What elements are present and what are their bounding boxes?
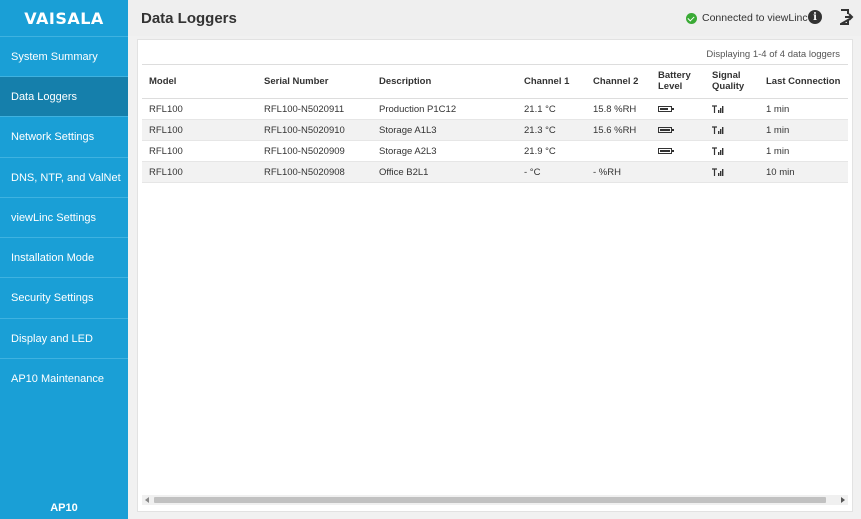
column-header[interactable]: Model <box>142 64 257 99</box>
table-cell: - %RH <box>586 161 651 183</box>
data-loggers-table: Model Serial Number Description Channel 1 Ch… <box>142 64 848 183</box>
battery-icon <box>658 105 674 112</box>
column-header[interactable]: Serial Number <box>257 64 372 99</box>
sidebar-item-label: Network Settings <box>11 130 95 143</box>
table-cell: RFL100 <box>142 98 257 120</box>
info-icon[interactable]: i <box>808 10 822 24</box>
table-cell: 15.8 %RH <box>586 98 651 120</box>
table-cell: 21.9 °C <box>517 140 586 162</box>
signal-cell <box>705 119 759 141</box>
column-header[interactable]: Signal Quality <box>705 64 759 99</box>
sidebar-item-data-loggers[interactable]: Data Loggers <box>0 76 128 116</box>
sidebar-item-display-and-led[interactable]: Display and LED <box>0 318 128 358</box>
check-circle-icon <box>686 12 697 24</box>
table-cell: - °C <box>517 161 586 183</box>
column-header[interactable]: Description <box>372 64 517 99</box>
sidebar-item-security-settings[interactable]: Security Settings <box>0 277 128 317</box>
sidebar-item-system-summary[interactable]: System Summary <box>0 36 128 76</box>
logo-text: VAISALA <box>24 8 104 28</box>
battery-cell <box>651 119 705 141</box>
column-header[interactable]: Channel 1 <box>517 64 586 99</box>
scroll-right-icon[interactable] <box>841 497 845 503</box>
vaisala-logo: VAISALA <box>0 0 128 36</box>
table-cell: RFL100-N5020909 <box>257 140 372 162</box>
table-row[interactable]: RFL100 RFL100-N5020911 Production P1C12 21.… <box>142 98 848 120</box>
sidebar-item-label: Security Settings <box>11 291 94 304</box>
signal-strength-icon <box>712 126 724 134</box>
data-loggers-panel: Displaying 1-4 of 4 data loggers Model Se… <box>137 39 853 512</box>
table-cell: RFL100 <box>142 119 257 141</box>
connection-status-text: Connected to viewLinc <box>702 12 808 24</box>
battery-icon <box>658 126 674 133</box>
sidebar-item-dns-ntp-and-valnet[interactable]: DNS, NTP, and ValNet <box>0 157 128 197</box>
table-cell: RFL100 <box>142 140 257 162</box>
table-cell: 10 min <box>759 161 848 183</box>
battery-cell <box>651 161 705 183</box>
table-row[interactable]: RFL100 RFL100-N5020910 Storage A1L3 21.3 °C… <box>142 119 848 141</box>
horizontal-scrollbar[interactable] <box>142 495 848 505</box>
table-row[interactable]: RFL100 RFL100-N5020908 Office B2L1- °C - %R… <box>142 161 848 183</box>
column-header[interactable]: Battery Level <box>651 64 705 99</box>
table-cell: Production P1C12 <box>372 98 517 120</box>
table-cell: 1 min <box>759 119 848 141</box>
sidebar-item-label: DNS, NTP, and ValNet <box>11 171 121 184</box>
table-cell: 15.6 %RH <box>586 119 651 141</box>
table-cell: Storage A2L3 <box>372 140 517 162</box>
table-cell: 21.1 °C <box>517 98 586 120</box>
device-name: AP10 <box>50 502 78 514</box>
table-row[interactable]: RFL100 RFL100-N5020909 Storage A2L3 21.9 °C… <box>142 140 848 162</box>
signal-cell <box>705 140 759 162</box>
sidebar-item-network-settings[interactable]: Network Settings <box>0 116 128 156</box>
table-cell: RFL100-N5020908 <box>257 161 372 183</box>
scrollbar-thumb[interactable] <box>154 497 826 503</box>
sidebar-item-viewlinc-settings[interactable]: viewLinc Settings <box>0 197 128 237</box>
scroll-left-icon[interactable] <box>145 497 149 503</box>
sidebar-item-label: AP10 Maintenance <box>11 372 104 385</box>
sidebar-item-label: Data Loggers <box>11 90 78 103</box>
sidebar-item-installation-mode[interactable]: Installation Mode <box>0 237 128 277</box>
sidebar-item-label: viewLinc Settings <box>11 211 96 224</box>
table-cell: Office B2L1 <box>372 161 517 183</box>
table-cell: Storage A1L3 <box>372 119 517 141</box>
table-cell: 21.3 °C <box>517 119 586 141</box>
sidebar-item-label: Installation Mode <box>11 251 95 264</box>
sidebar-item-label: Display and LED <box>11 332 93 345</box>
table-cell: 1 min <box>759 140 848 162</box>
table-cell: RFL100-N5020910 <box>257 119 372 141</box>
signal-strength-icon <box>712 105 724 113</box>
sidebar-item-ap10-maintenance[interactable]: AP10 Maintenance <box>0 358 128 398</box>
sidebar: VAISALA System Summary Data Loggers Networ… <box>0 0 128 519</box>
connection-status: Connected to viewLinc <box>686 12 808 24</box>
column-header[interactable]: Channel 2 <box>586 64 651 99</box>
signal-cell <box>705 161 759 183</box>
table-cell <box>586 140 651 162</box>
table-cell: RFL100 <box>142 161 257 183</box>
battery-icon <box>658 147 674 154</box>
signal-strength-icon <box>712 168 724 176</box>
header: Data Loggers Connected to viewLinc i <box>128 0 861 36</box>
column-header[interactable]: Last Connection <box>759 64 848 99</box>
table-cell: RFL100-N5020911 <box>257 98 372 120</box>
page-title: Data Loggers <box>141 10 237 27</box>
logout-icon[interactable] <box>840 9 854 25</box>
sidebar-item-label: System Summary <box>11 50 98 63</box>
battery-cell <box>651 98 705 120</box>
displaying-count: Displaying 1-4 of 4 data loggers <box>706 49 840 60</box>
signal-strength-icon <box>712 147 724 155</box>
signal-cell <box>705 98 759 120</box>
battery-cell <box>651 140 705 162</box>
table-cell: 1 min <box>759 98 848 120</box>
